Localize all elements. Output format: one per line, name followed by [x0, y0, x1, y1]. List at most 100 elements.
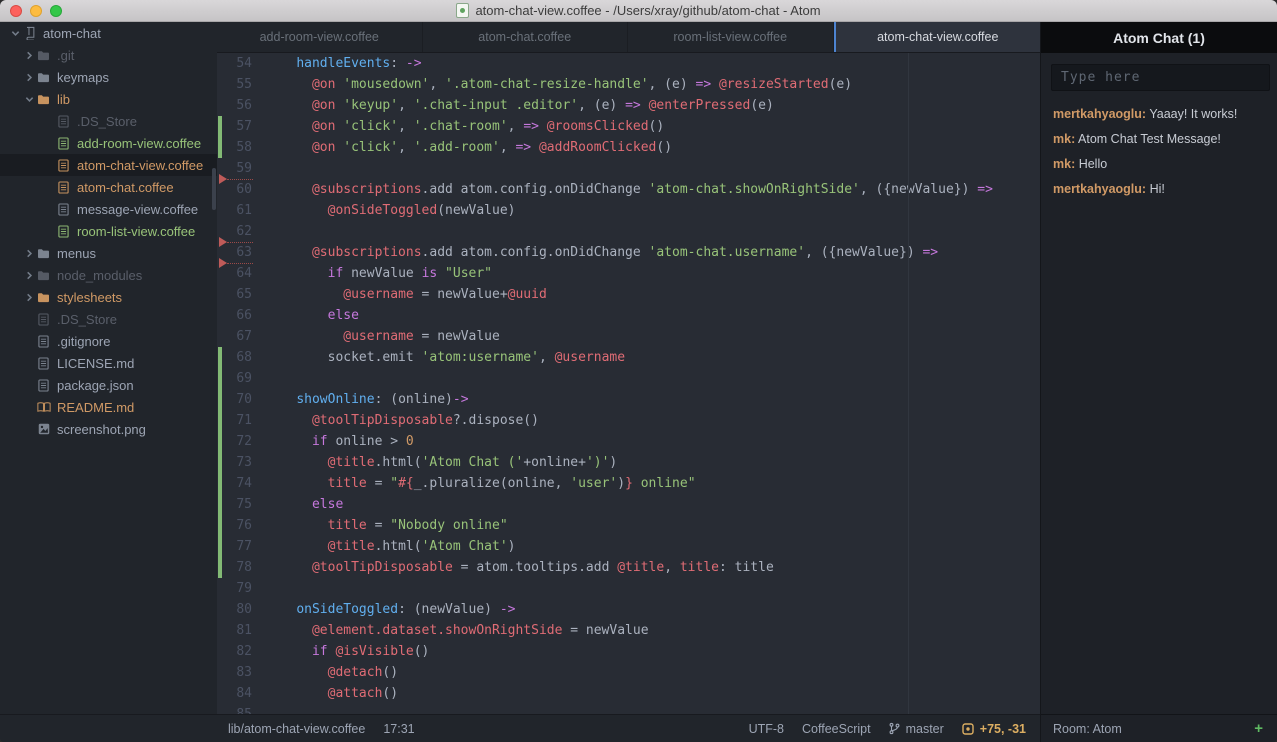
code-editor[interactable]: 54 handleEvents: ->55 @on 'mousedown', '…	[217, 53, 1040, 714]
zoom-button[interactable]	[50, 5, 62, 17]
status-encoding[interactable]: UTF-8	[749, 722, 784, 736]
image-icon	[36, 423, 51, 435]
chat-message-username: mk:	[1053, 132, 1075, 146]
code-text: title = "Nobody online"	[265, 515, 508, 536]
status-file-path[interactable]: lib/atom-chat-view.coffee	[228, 722, 365, 736]
tree-item--ds-store[interactable]: .DS_Store	[0, 110, 217, 132]
chat-message-username: mertkahyaoglu:	[1053, 182, 1146, 196]
tree-item--git[interactable]: .git	[0, 44, 217, 66]
code-line-56: 56 @on 'keyup', '.chat-input .editor', (…	[217, 95, 1040, 116]
tree-item-readme-md[interactable]: README.md	[0, 396, 217, 418]
add-room-button[interactable]: +	[1254, 720, 1263, 737]
line-number: 75	[217, 494, 265, 515]
file-icon	[56, 115, 71, 128]
folder-icon	[36, 270, 51, 281]
chat-message-username: mk:	[1053, 157, 1075, 171]
tree-view: atom-chat .git keymaps lib .DS_Store add-room…	[0, 22, 217, 714]
tree-item-screenshot-png[interactable]: screenshot.png	[0, 418, 217, 440]
diff-modified-icon	[962, 723, 974, 735]
code-line-69: 69	[217, 368, 1040, 389]
tree-item-package-json[interactable]: package.json	[0, 374, 217, 396]
chat-message-list: mertkahyaoglu: Yaaay! It works!mk: Atom …	[1041, 107, 1277, 196]
line-number: 83	[217, 662, 265, 683]
status-cursor-position[interactable]: 17:31	[383, 722, 414, 736]
tab-atom-chat-view-coffee[interactable]: atom-chat-view.coffee	[834, 22, 1041, 52]
tree-item-message-view-coffee[interactable]: message-view.coffee	[0, 198, 217, 220]
file-icon	[56, 181, 71, 194]
git-added-marker	[218, 389, 222, 410]
tree-item-menus[interactable]: menus	[0, 242, 217, 264]
tree-item-label: package.json	[57, 378, 134, 393]
code-text: @on 'keyup', '.chat-input .editor', (e) …	[265, 95, 774, 116]
git-removed-marker	[219, 258, 227, 268]
code-line-78: 78 @toolTipDisposable = atom.tooltips.ad…	[217, 557, 1040, 578]
tree-item-atom-chat-view-coffee[interactable]: atom-chat-view.coffee	[0, 154, 217, 176]
tree-root-label: atom-chat	[43, 26, 101, 41]
code-text: @username = newValue	[265, 326, 500, 347]
git-added-marker	[218, 410, 222, 431]
line-number: 72	[217, 431, 265, 452]
status-language[interactable]: CoffeeScript	[802, 722, 871, 736]
line-number: 76	[217, 515, 265, 536]
code-text: @subscriptions.add atom.config.onDidChan…	[265, 242, 938, 263]
code-text: @on 'click', '.add-room', => @addRoomCli…	[265, 137, 672, 158]
tree-item-label: .git	[57, 48, 74, 63]
tab-room-list-view-coffee[interactable]: room-list-view.coffee	[628, 22, 834, 52]
tree-item-stylesheets[interactable]: stylesheets	[0, 286, 217, 308]
chat-input[interactable]: Type here	[1051, 64, 1270, 91]
tree-item-room-list-view-coffee[interactable]: room-list-view.coffee	[0, 220, 217, 242]
code-line-82: 82 if @isVisible()	[217, 641, 1040, 662]
tree-root-atom-chat[interactable]: atom-chat	[0, 22, 217, 44]
tab-label: add-room-view.coffee	[260, 30, 379, 44]
window-title: atom-chat-view.coffee - /Users/xray/gith…	[475, 0, 820, 22]
code-line-73: 73 @title.html('Atom Chat ('+online+')')	[217, 452, 1040, 473]
tree-item-label: screenshot.png	[57, 422, 146, 437]
tree-item-add-room-view-coffee[interactable]: add-room-view.coffee	[0, 132, 217, 154]
tree-item-label: .DS_Store	[77, 114, 137, 129]
room-label: Room: Atom	[1053, 722, 1122, 736]
tree-item-atom-chat-coffee[interactable]: atom-chat.coffee	[0, 176, 217, 198]
tab-add-room-view-coffee[interactable]: add-room-view.coffee	[217, 22, 423, 52]
code-text: @on 'click', '.chat-room', => @roomsClic…	[265, 116, 664, 137]
line-number: 69	[217, 368, 265, 389]
git-added-marker	[218, 557, 222, 578]
git-branch-icon	[889, 722, 900, 735]
code-line-63: 63 @subscriptions.add atom.config.onDidC…	[217, 242, 1040, 263]
tree-item--gitignore[interactable]: .gitignore	[0, 330, 217, 352]
code-line-59: 59	[217, 158, 1040, 179]
tree-item-keymaps[interactable]: keymaps	[0, 66, 217, 88]
chat-message: mertkahyaoglu: Yaaay! It works!	[1053, 107, 1269, 121]
code-text: handleEvents: ->	[265, 53, 422, 74]
chevron-right-icon	[22, 51, 36, 60]
close-button[interactable]	[10, 5, 22, 17]
book-icon	[36, 401, 51, 413]
status-git-branch[interactable]: master	[889, 722, 944, 736]
line-number: 54	[217, 53, 265, 74]
code-text: if online > 0	[265, 431, 414, 452]
minimize-button[interactable]	[30, 5, 42, 17]
line-number: 55	[217, 74, 265, 95]
tree-item-label: atom-chat-view.coffee	[77, 158, 203, 173]
chat-message-text: Hi!	[1146, 182, 1165, 196]
tree-item-label: atom-chat.coffee	[77, 180, 174, 195]
code-line-72: 72 if online > 0	[217, 431, 1040, 452]
code-line-70: 70 showOnline: (online)->	[217, 389, 1040, 410]
tree-item-label: add-room-view.coffee	[77, 136, 201, 151]
status-git-diff[interactable]: +75, -31	[962, 722, 1026, 736]
code-text: else	[265, 305, 359, 326]
tree-item-node-modules[interactable]: node_modules	[0, 264, 217, 286]
tree-item-label: lib	[57, 92, 70, 107]
tree-item-license-md[interactable]: LICENSE.md	[0, 352, 217, 374]
code-line-76: 76 title = "Nobody online"	[217, 515, 1040, 536]
tree-item-lib[interactable]: lib	[0, 88, 217, 110]
tree-scrollbar[interactable]	[212, 168, 216, 210]
code-line-77: 77 @title.html('Atom Chat')	[217, 536, 1040, 557]
code-text: else	[265, 494, 343, 515]
folder-icon	[36, 292, 51, 303]
tree-item--ds-store[interactable]: .DS_Store	[0, 308, 217, 330]
tab-atom-chat-coffee[interactable]: atom-chat.coffee	[423, 22, 629, 52]
git-added-marker	[218, 137, 222, 158]
code-line-57: 57 @on 'click', '.chat-room', => @roomsC…	[217, 116, 1040, 137]
code-line-71: 71 @toolTipDisposable?.dispose()	[217, 410, 1040, 431]
git-removed-dots	[227, 242, 253, 243]
